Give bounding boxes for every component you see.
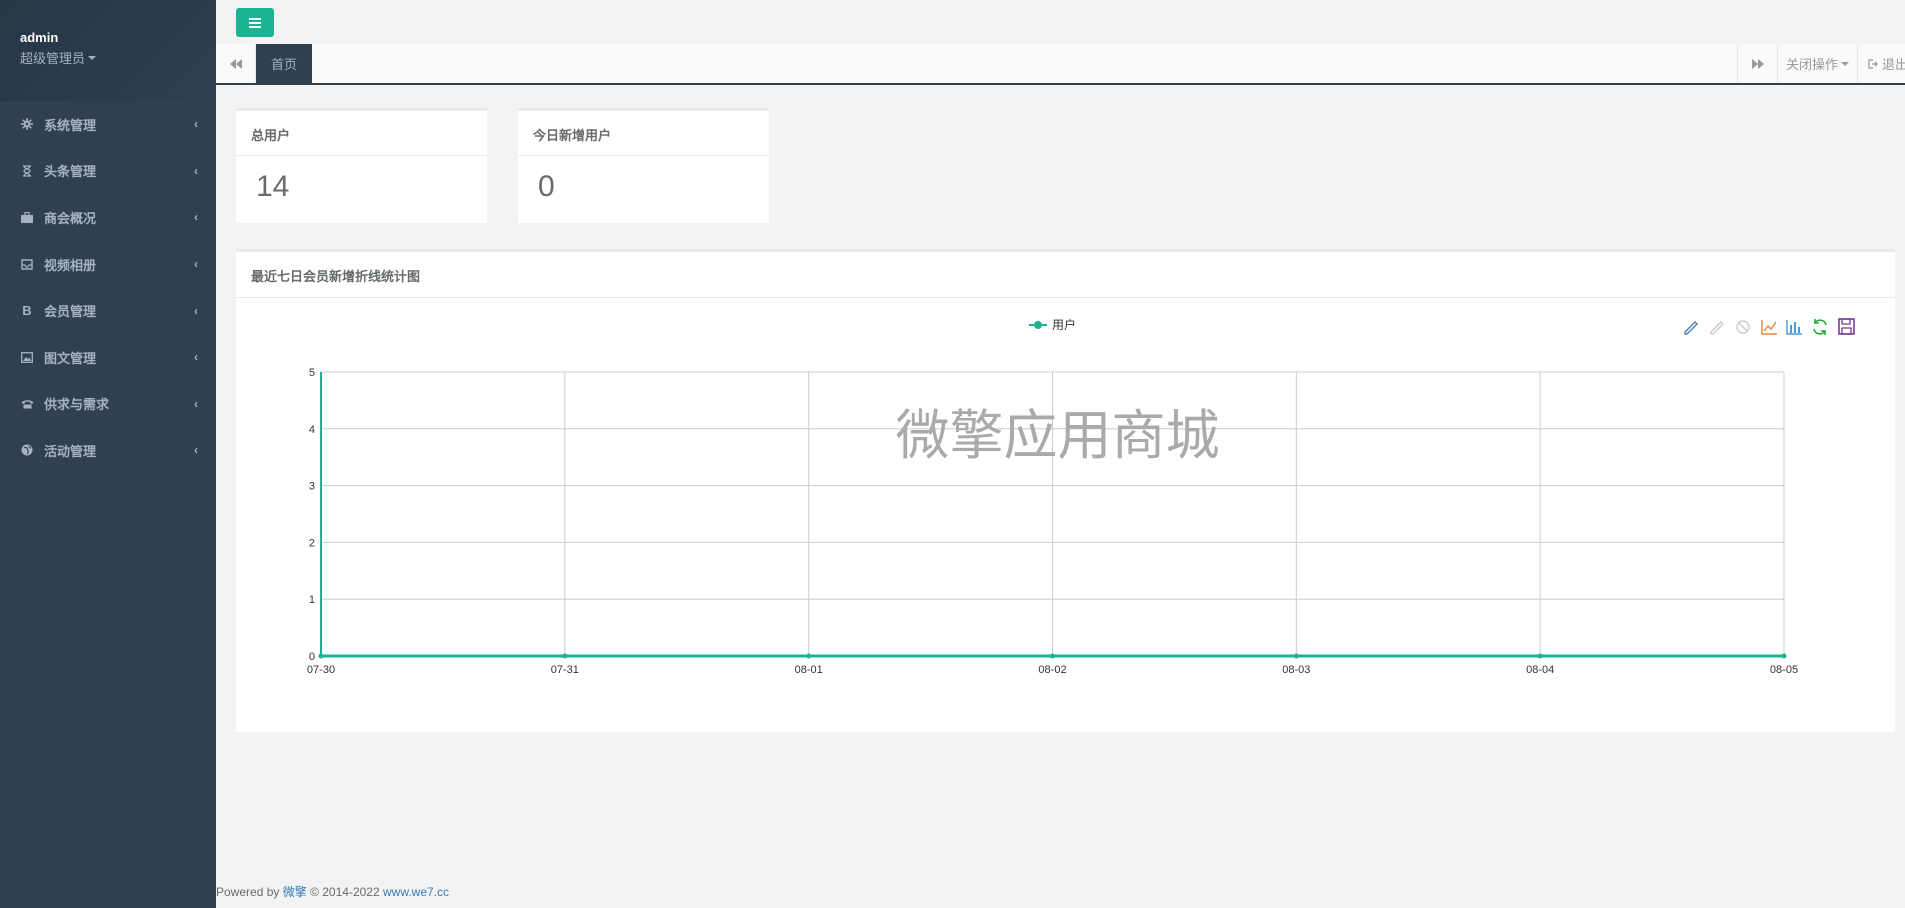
chevron-left-icon: ‹ <box>194 117 198 132</box>
tab-scroll-right-button[interactable] <box>1737 44 1777 83</box>
x-tick-label: 08-01 <box>795 664 823 676</box>
sidebar-item-events[interactable]: 活动管理 ‹ <box>0 427 216 474</box>
sidebar-item-label: 供求与需求 <box>44 397 110 413</box>
y-tick-label: 0 <box>309 651 315 663</box>
bold-icon: B <box>22 303 32 319</box>
sidebar-item-label: 活动管理 <box>44 443 97 459</box>
forward-icon <box>1751 58 1764 69</box>
y-tick-label: 4 <box>309 424 315 436</box>
x-tick-label: 08-04 <box>1526 664 1554 676</box>
inbox-icon <box>20 257 34 271</box>
legend-marker <box>1034 321 1042 329</box>
data-point <box>1050 653 1055 659</box>
picture-icon <box>20 350 34 364</box>
chart-panel: 最近七日会员新增折线统计图 0 1 2 3 4 5 07-30 07-31 08-01 08-02… <box>236 249 1895 732</box>
gear-icon <box>20 117 34 131</box>
bar-chart-icon[interactable] <box>1786 320 1802 335</box>
save-icon[interactable] <box>1838 318 1855 335</box>
sidebar-item-label: 视频相册 <box>44 257 97 273</box>
footer-powered-by: Powered by <box>216 885 280 899</box>
total-users-value: 14 <box>256 170 290 203</box>
line-chart-icon[interactable] <box>1761 320 1777 335</box>
erase-icon[interactable] <box>1710 321 1724 335</box>
menu-toggle-button[interactable] <box>236 8 274 37</box>
sidebar-item-articles[interactable]: 图文管理 ‹ <box>0 334 216 381</box>
sidebar-item-system[interactable]: 系统管理 ‹ <box>0 101 216 148</box>
x-tick-label: 07-30 <box>307 664 335 676</box>
chevron-left-icon: ‹ <box>194 257 198 272</box>
close-operations-label: 关闭操作 <box>1785 57 1838 72</box>
data-point <box>1781 653 1787 659</box>
globe-icon <box>20 443 34 457</box>
briefcase-icon <box>20 210 34 224</box>
watermark-text: 微擎应用商城 <box>896 404 1220 467</box>
sidebar-item-video[interactable]: 视频相册 ‹ <box>0 241 216 288</box>
sidebar-item-members[interactable]: B 会员管理 ‹ <box>0 287 216 334</box>
today-new-users-value: 0 <box>538 170 555 203</box>
footer: Powered by 微擎 © 2014-2022 www.we7.cc <box>216 883 449 900</box>
total-users-card: 总用户 14 <box>236 108 487 223</box>
phone-icon <box>20 397 34 411</box>
y-tick-label: 5 <box>309 367 315 379</box>
sidebar-nav: 系统管理 ‹ 头条管理 ‹ 商会概况 ‹ 视频相册 ‹ B 会员管理 ‹ 图文管… <box>0 101 216 474</box>
today-new-users-card: 今日新增用户 0 <box>518 108 769 223</box>
sidebar-item-label: 会员管理 <box>44 304 97 320</box>
role-dropdown[interactable]: 超级管理员 <box>20 48 216 67</box>
chevron-left-icon: ‹ <box>194 443 198 458</box>
footer-brand-link[interactable]: 微擎 <box>283 885 307 899</box>
close-operations-dropdown[interactable]: 关闭操作 <box>1777 44 1857 83</box>
chevron-left-icon: ‹ <box>194 163 198 178</box>
role-label: 超级管理员 <box>20 51 86 66</box>
edit-icon[interactable] <box>1684 321 1698 335</box>
refresh-icon[interactable] <box>1813 319 1827 335</box>
footer-copyright: © 2014-2022 <box>310 885 380 899</box>
sidebar: admin 超级管理员 系统管理 ‹ 头条管理 ‹ 商会概况 ‹ 视频相册 ‹ … <box>0 0 216 908</box>
chevron-left-icon: ‹ <box>194 396 198 411</box>
sidebar-item-label: 图文管理 <box>44 350 97 366</box>
x-tick-label: 08-02 <box>1038 664 1066 676</box>
data-point <box>318 653 324 659</box>
line-chart: 0 1 2 3 4 5 07-30 07-31 08-01 08-02 08-03 08-04 08-0… <box>307 317 1855 676</box>
caret-down-icon <box>1841 61 1849 66</box>
sidebar-item-label: 系统管理 <box>44 117 97 133</box>
hourglass-icon <box>20 164 34 178</box>
tab-scroll-left-button[interactable] <box>216 44 256 83</box>
backward-icon <box>229 58 242 69</box>
chevron-left-icon: ‹ <box>194 210 198 225</box>
exit-label: 退出 <box>1882 57 1905 72</box>
y-tick-label: 1 <box>309 594 315 606</box>
sidebar-item-label: 商会概况 <box>44 210 97 226</box>
x-tick-label: 07-31 <box>551 664 579 676</box>
x-tick-label: 08-05 <box>1770 664 1798 676</box>
caret-down-icon <box>88 55 97 60</box>
footer-site-link[interactable]: www.we7.cc <box>383 885 449 899</box>
y-tick-label: 3 <box>309 481 315 493</box>
sidebar-item-supply[interactable]: 供求与需求 ‹ <box>0 381 216 428</box>
sidebar-item-headlines[interactable]: 头条管理 ‹ <box>0 148 216 195</box>
username: admin <box>20 30 59 45</box>
block-icon[interactable] <box>1736 320 1750 334</box>
sidebar-item-overview[interactable]: 商会概况 ‹ <box>0 194 216 241</box>
tabs-bar: 首页 关闭操作 退出 <box>216 44 1905 85</box>
sign-out-icon <box>1868 58 1878 69</box>
sidebar-item-label: 头条管理 <box>44 164 97 180</box>
today-new-users-title: 今日新增用户 <box>518 111 769 156</box>
chevron-left-icon: ‹ <box>194 350 198 365</box>
top-bar <box>216 0 1905 44</box>
x-tick-label: 08-03 <box>1282 664 1310 676</box>
data-point <box>1293 653 1299 659</box>
exit-button[interactable]: 退出 <box>1857 44 1905 83</box>
data-point <box>562 653 568 659</box>
total-users-title: 总用户 <box>236 111 487 156</box>
tab-home[interactable]: 首页 <box>256 44 312 83</box>
legend-label[interactable]: 用户 <box>1052 317 1076 332</box>
data-point <box>1537 653 1543 659</box>
user-profile: admin 超级管理员 <box>0 0 216 101</box>
hamburger-icon <box>249 17 261 28</box>
chevron-left-icon: ‹ <box>194 303 198 318</box>
data-point <box>806 653 812 659</box>
y-tick-label: 2 <box>309 537 315 549</box>
